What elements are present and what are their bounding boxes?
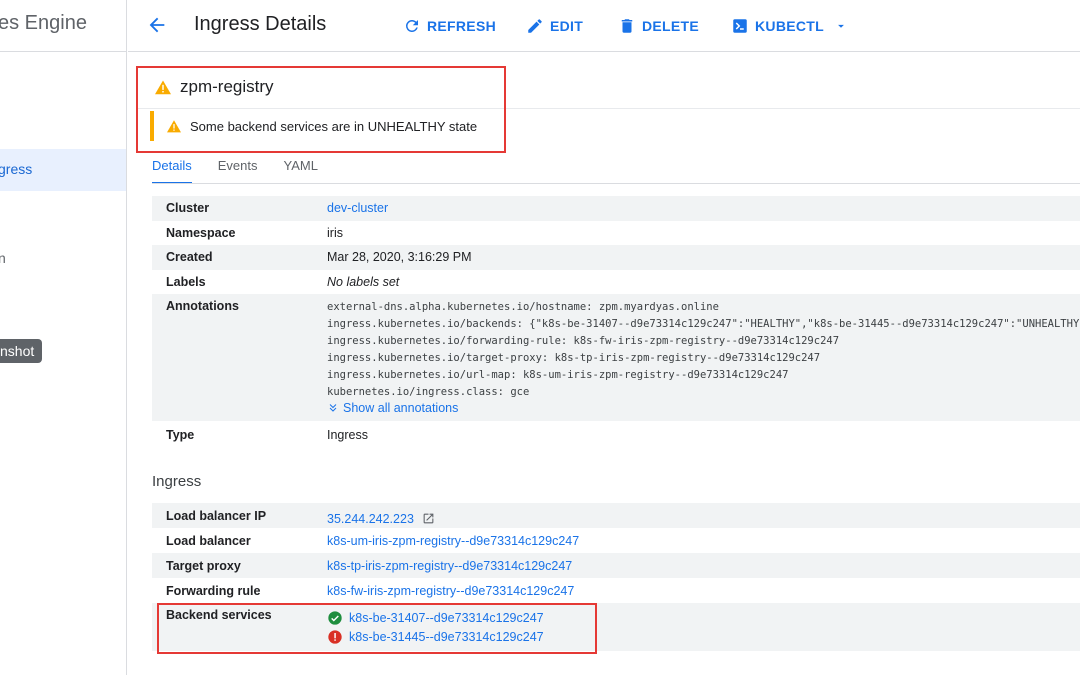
top-toolbar: Ingress Details REFRESH EDIT DELETE KUBE…	[128, 0, 1080, 52]
refresh-label: REFRESH	[427, 18, 496, 34]
refresh-button[interactable]: REFRESH	[403, 16, 496, 36]
labels-value: No labels set	[327, 275, 400, 289]
kubectl-menu-button[interactable]: KUBECTL	[731, 16, 848, 36]
row-key: Namespace	[166, 226, 236, 240]
annotation-line: ingress.kubernetes.io/target-proxy: k8s-…	[327, 352, 821, 364]
row-key: Labels	[166, 275, 206, 289]
tab-events[interactable]: Events	[218, 158, 258, 184]
sidebar-item-label: gress	[0, 161, 33, 177]
refresh-icon	[405, 19, 418, 32]
row-key: Created	[166, 250, 213, 264]
table-row: Forwarding rule k8s-fw-iris-zpm-registry…	[152, 578, 1080, 603]
annotation-line: ingress.kubernetes.io/forwarding-rule: k…	[327, 335, 840, 347]
edit-button[interactable]: EDIT	[526, 16, 583, 36]
table-row: Type Ingress	[152, 421, 1080, 451]
lb-ip-cell: 35.244.242.223	[327, 509, 1080, 528]
highlight-box-backend-services	[157, 603, 597, 654]
sidebar: es Engine gress n nshot	[0, 0, 127, 675]
annotation-line: ingress.kubernetes.io/backends: {"k8s-be…	[327, 318, 1080, 330]
row-key: Forwarding rule	[166, 584, 261, 598]
table-row: Load balancer k8s-um-iris-zpm-registry--…	[152, 528, 1080, 553]
row-key: Cluster	[166, 201, 210, 215]
load-balancer-link[interactable]: k8s-um-iris-zpm-registry--d9e73314c129c2…	[327, 534, 1080, 553]
external-link-icon[interactable]	[422, 512, 435, 525]
annotation-line: ingress.kubernetes.io/url-map: k8s-um-ir…	[327, 369, 789, 381]
tab-details[interactable]: Details	[152, 158, 192, 184]
tab-yaml[interactable]: YAML	[284, 158, 318, 184]
highlight-box-header	[136, 66, 506, 153]
sidebar-product-title: es Engine	[0, 12, 87, 34]
row-key: Load balancer IP	[166, 509, 267, 523]
lb-ip-link[interactable]: 35.244.242.223	[327, 512, 414, 526]
tab-bar: Details Events YAML	[152, 158, 318, 184]
table-row: Load balancer IP 35.244.242.223	[152, 503, 1080, 528]
screenshot-tooltip: nshot	[0, 339, 43, 363]
table-row: Target proxy k8s-tp-iris-zpm-registry--d…	[152, 553, 1080, 578]
main-content: zpm-registry Some backend services are i…	[128, 52, 1080, 675]
annotation-line: kubernetes.io/ingress.class: gce	[327, 386, 530, 398]
delete-button[interactable]: DELETE	[618, 16, 699, 36]
sidebar-item-ingress[interactable]: gress	[0, 149, 126, 191]
table-row: Labels No labels set	[152, 270, 1080, 294]
type-value: Ingress	[327, 428, 368, 442]
annotation-line: external-dns.alpha.kubernetes.io/hostnam…	[327, 301, 719, 313]
row-key: Type	[166, 428, 195, 442]
details-table: Cluster dev-cluster Namespace iris Creat…	[152, 196, 1080, 451]
show-all-label: Show all annotations	[343, 401, 459, 415]
table-row: Namespace iris	[152, 221, 1080, 245]
terminal-icon	[733, 19, 747, 33]
dropdown-arrow-icon	[838, 24, 844, 28]
pencil-icon	[528, 19, 542, 33]
trash-icon	[621, 19, 633, 33]
show-all-annotations-link[interactable]: Show all annotations	[327, 401, 1080, 415]
table-row: Cluster dev-cluster	[152, 196, 1080, 221]
namespace-value: iris	[327, 226, 343, 240]
back-arrow-icon[interactable]	[146, 14, 168, 36]
annotations-value: external-dns.alpha.kubernetes.io/hostnam…	[327, 299, 1080, 421]
tabs-divider	[152, 183, 1080, 184]
table-row: Created Mar 28, 2020, 3:16:29 PM	[152, 245, 1080, 270]
target-proxy-link[interactable]: k8s-tp-iris-zpm-registry--d9e73314c129c2…	[327, 559, 1080, 578]
sidebar-item[interactable]: n	[0, 250, 6, 266]
row-key: Target proxy	[166, 559, 241, 573]
delete-label: DELETE	[642, 18, 700, 34]
page-title: Ingress Details	[194, 13, 327, 35]
ingress-section-title: Ingress	[152, 473, 202, 490]
edit-label: EDIT	[550, 18, 584, 34]
table-row: Annotations external-dns.alpha.kubernete…	[152, 294, 1080, 421]
forwarding-rule-link[interactable]: k8s-fw-iris-zpm-registry--d9e73314c129c2…	[327, 584, 1080, 603]
created-value: Mar 28, 2020, 3:16:29 PM	[327, 250, 472, 264]
kubectl-label: KUBECTL	[755, 18, 824, 34]
sidebar-divider	[0, 51, 126, 52]
cluster-link[interactable]: dev-cluster	[327, 201, 1080, 221]
row-key: Load balancer	[166, 534, 251, 548]
row-key: Annotations	[166, 299, 239, 313]
chevron-double-down-icon	[329, 404, 337, 412]
